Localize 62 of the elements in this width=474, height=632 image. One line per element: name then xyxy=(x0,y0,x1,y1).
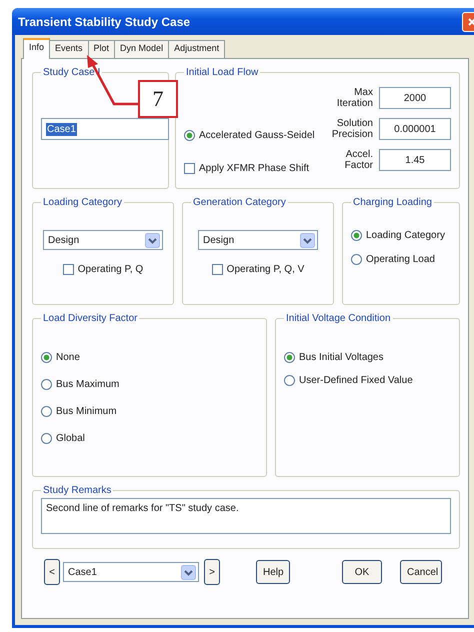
checkbox-label: Operating P, Q xyxy=(78,264,144,275)
dropdown[interactable]: Case1 xyxy=(63,562,199,582)
dropdown[interactable]: Design xyxy=(43,230,163,250)
callout-label: 7 xyxy=(138,80,178,118)
chevron-down-icon xyxy=(300,232,315,248)
dropdown-value: Case1 xyxy=(68,566,97,578)
tab[interactable]: Events xyxy=(49,40,89,58)
checkbox[interactable] xyxy=(212,264,223,275)
group-title: Loading Category xyxy=(42,197,123,208)
input-field[interactable]: 1.45 xyxy=(379,149,451,171)
radio-label: None xyxy=(56,352,80,363)
field-label: Solution Precision xyxy=(330,118,373,140)
checkbox[interactable] xyxy=(62,264,74,275)
radio-button[interactable] xyxy=(284,375,295,386)
radio-label: Accelerated Gauss-Seidel xyxy=(199,130,315,141)
tab[interactable]: Adjustment xyxy=(168,40,226,58)
input-field[interactable]: 0.000001 xyxy=(379,118,451,140)
radio-button[interactable] xyxy=(41,433,52,444)
radio-button[interactable] xyxy=(184,130,195,141)
dropdown-value: Design xyxy=(48,234,80,246)
input-field[interactable]: Case1 xyxy=(41,118,169,140)
group-title: Initial Voltage Condition xyxy=(285,313,392,324)
group-title: Load Diversity Factor xyxy=(42,313,138,324)
next-button[interactable]: > xyxy=(204,559,220,585)
checkbox[interactable] xyxy=(184,163,195,174)
text-area[interactable]: Second line of remarks for "TS" study case. xyxy=(41,498,451,534)
radio-button[interactable] xyxy=(351,254,362,265)
group-title: Charging Loading xyxy=(352,197,433,208)
input-field[interactable]: 2000 xyxy=(379,87,451,109)
radio-label: Operating Load xyxy=(366,254,435,265)
group-title: Initial Load Flow xyxy=(185,67,260,78)
radio-button[interactable] xyxy=(284,352,295,363)
radio-button[interactable] xyxy=(41,352,52,363)
chevron-down-icon xyxy=(145,232,160,248)
tab[interactable]: Plot xyxy=(88,40,116,58)
checkbox-label: Operating P, Q, V xyxy=(226,264,304,275)
checkbox-label: Apply XFMR Phase Shift xyxy=(199,163,310,174)
dialog-button[interactable]: OK xyxy=(342,560,382,584)
group-title: Study Remarks xyxy=(42,485,112,496)
dropdown-value: Design xyxy=(203,234,234,246)
field-label: Max Iteration xyxy=(336,87,373,109)
radio-label: Global xyxy=(56,433,85,444)
radio-button[interactable] xyxy=(351,230,362,241)
chevron-down-icon xyxy=(181,564,196,580)
field-label: Accel. Factor xyxy=(344,149,373,171)
dropdown[interactable]: Design xyxy=(198,230,318,250)
radio-button[interactable] xyxy=(41,406,52,417)
window-title: Transient Stability Study Case xyxy=(18,14,192,28)
radio-label: Loading Category xyxy=(366,230,445,241)
radio-label: Bus Maximum xyxy=(56,379,120,390)
close-icon xyxy=(468,18,474,26)
dialog-button[interactable]: Cancel xyxy=(400,560,442,584)
radio-label: Bus Minimum xyxy=(56,406,117,417)
selected-text: Case1 xyxy=(46,122,77,136)
radio-label: Bus Initial Voltages xyxy=(299,352,384,363)
tab[interactable]: Dyn Model xyxy=(114,40,170,58)
tab[interactable]: Info xyxy=(23,38,50,59)
previous-button[interactable]: < xyxy=(44,559,60,585)
radio-button[interactable] xyxy=(41,379,52,390)
group-title: Generation Category xyxy=(192,197,287,208)
dialog-button[interactable]: Help xyxy=(256,560,290,584)
radio-label: User-Defined Fixed Value xyxy=(299,375,413,386)
